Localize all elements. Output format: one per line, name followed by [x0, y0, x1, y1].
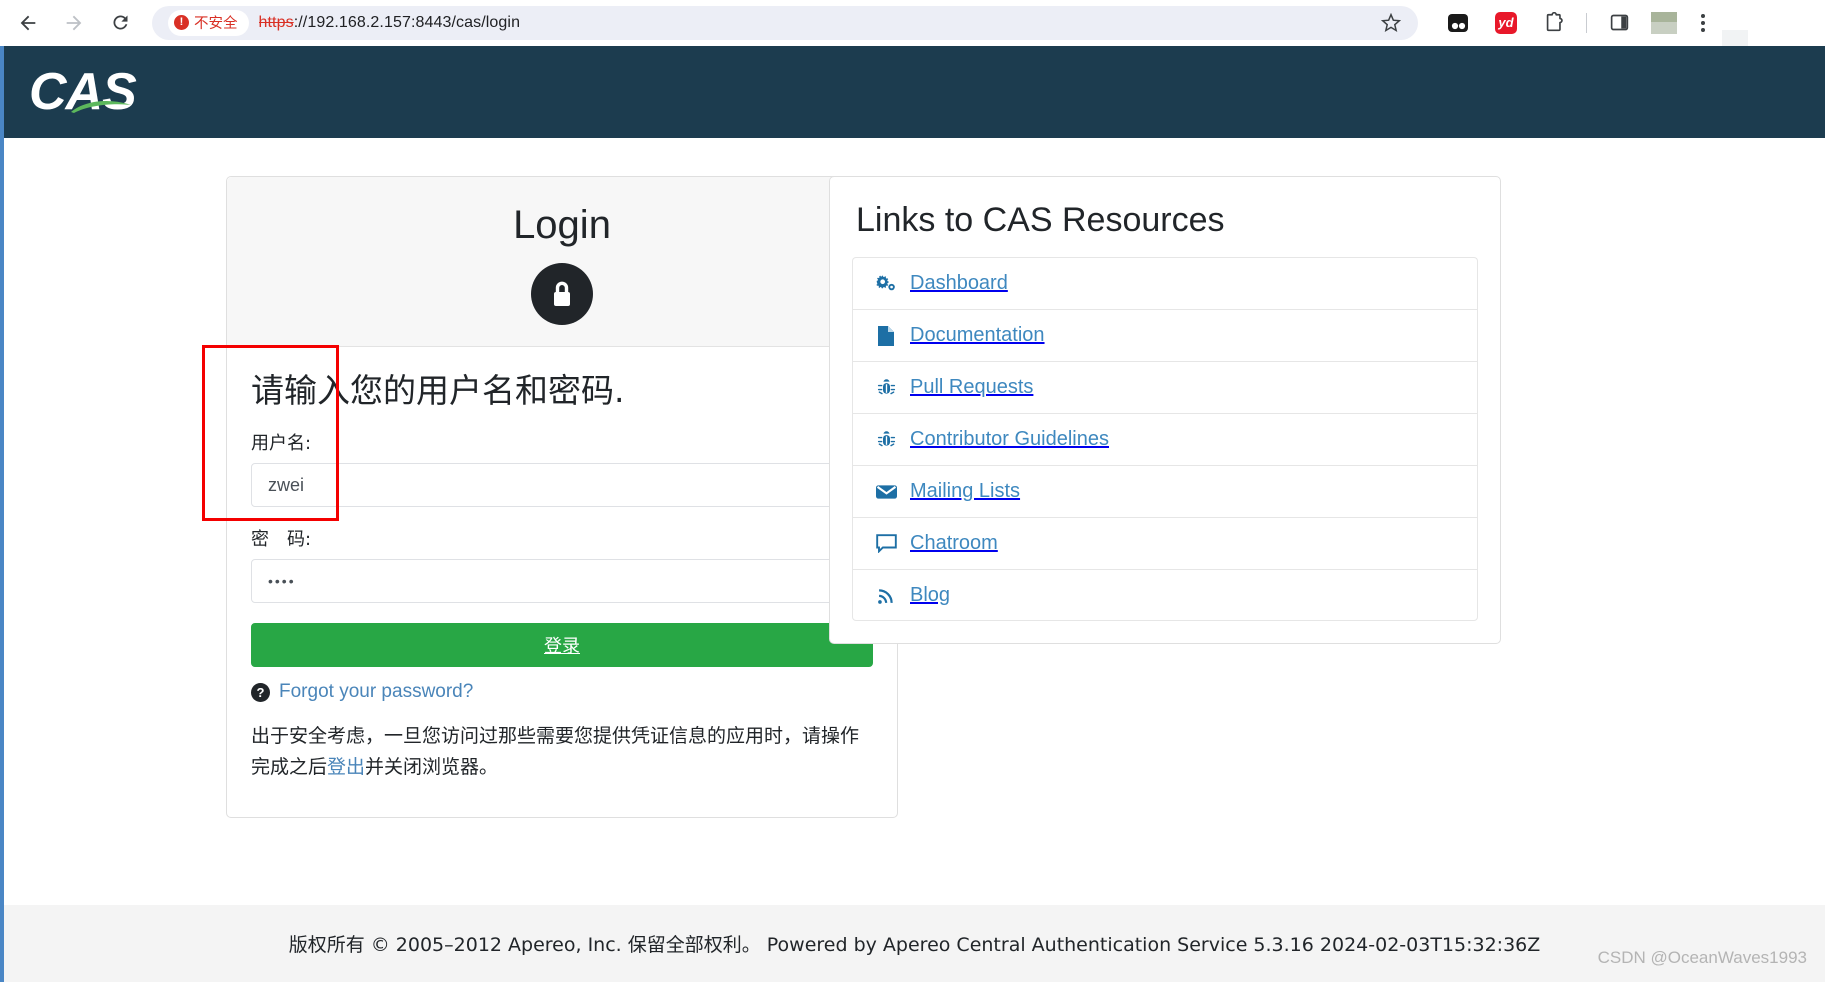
resource-link-label: Pull Requests [910, 376, 1034, 398]
comment-icon [875, 534, 897, 554]
csdn-watermark: CSDN @OceanWaves1993 [1597, 948, 1807, 967]
resource-link-label: Dashboard [910, 272, 1008, 294]
youdao-extension-button[interactable]: yd [1489, 6, 1523, 40]
password-input[interactable] [251, 559, 873, 603]
resource-link-label: Chatroom [910, 532, 998, 554]
cas-logo[interactable]: CAS [29, 62, 139, 122]
browser-toolbar: ! 不安全 https://192.168.2.157:8443/cas/log… [0, 0, 1825, 46]
window-left-edge-top [0, 0, 3, 46]
profile-avatar[interactable] [1651, 11, 1677, 34]
forgot-password-row[interactable]: ? Forgot your password? [251, 681, 873, 703]
security-notice-after: 并关闭浏览器。 [365, 756, 499, 778]
resources-list: Dashboard Documentation Pull Requests Co… [830, 257, 1500, 643]
lock-badge [531, 263, 593, 325]
resources-panel-header: Links to CAS Resources [830, 177, 1500, 257]
chrome-menu-button[interactable] [1691, 6, 1715, 40]
resources-panel: Links to CAS Resources Dashboard Documen… [829, 176, 1501, 644]
page-footer: 版权所有 © 2005–2012 Apereo, Inc. 保留全部权利。 Po… [4, 905, 1825, 982]
bookmark-star-button[interactable] [1378, 10, 1404, 36]
footer-text: 版权所有 © 2005–2012 Apereo, Inc. 保留全部权利。 Po… [288, 934, 1541, 956]
side-panel-icon [1610, 14, 1628, 31]
forward-button[interactable] [56, 5, 92, 41]
extensions-puzzle-icon [1546, 11, 1563, 31]
resource-link-label: Mailing Lists [910, 480, 1021, 502]
envelope-icon [875, 482, 897, 502]
lock-icon [554, 281, 570, 306]
login-submit-button[interactable]: 登录 [251, 623, 873, 667]
username-input[interactable] [251, 463, 873, 507]
page-viewport: CAS Login 请输入您的用户名和密码. 用户名: zwei 密 码: ••… [4, 46, 1825, 982]
resource-link-dashboard[interactable]: Dashboard [852, 257, 1478, 309]
cas-site-header: CAS [4, 46, 1825, 138]
form-heading: 请输入您的用户名和密码. [251, 371, 625, 410]
url-scheme: https [258, 13, 294, 31]
menu-dot [1701, 20, 1705, 25]
bug-icon [875, 378, 897, 398]
security-notice: 出于安全考虑，一旦您访问过那些需要您提供凭证信息的应用时，请操作完成之后登出并关… [251, 721, 873, 783]
login-title: Login [513, 203, 611, 247]
security-badge-label: 不安全 [194, 16, 238, 32]
reload-icon [112, 15, 127, 30]
logout-link[interactable]: 登出 [327, 756, 365, 778]
back-button[interactable] [10, 5, 46, 41]
username-label: 用户名: [251, 433, 312, 454]
reading-list-button[interactable] [1441, 6, 1475, 40]
forward-arrow-icon [66, 15, 82, 30]
resource-link-blog[interactable]: Blog [852, 569, 1478, 621]
yd-icon: yd [1495, 11, 1517, 34]
resource-link-pull-requests[interactable]: Pull Requests [852, 361, 1478, 413]
question-circle-icon: ? [251, 682, 270, 702]
resource-link-label: Blog [910, 583, 951, 606]
gears-icon [875, 274, 897, 294]
resource-link-label: Documentation [910, 324, 1045, 346]
side-panel-button[interactable] [1602, 6, 1636, 40]
rss-icon [875, 585, 897, 605]
reading-list-icon [1448, 13, 1468, 32]
url-rest: ://192.168.2.157:8443/cas/login [293, 13, 521, 31]
resource-link-mailing-lists[interactable]: Mailing Lists [852, 465, 1478, 517]
resource-link-documentation[interactable]: Documentation [852, 309, 1478, 361]
not-secure-icon: ! [174, 15, 189, 30]
resources-column: Links to CAS Resources Dashboard Documen… [794, 176, 1501, 818]
address-bar[interactable]: ! 不安全 https://192.168.2.157:8443/cas/log… [152, 5, 1418, 40]
toolbar-icon-group: yd [1418, 0, 1727, 46]
extensions-button[interactable] [1537, 6, 1571, 40]
security-badge[interactable]: ! 不安全 [168, 9, 249, 36]
password-label: 密 码: [251, 529, 312, 550]
file-icon [875, 325, 897, 346]
login-column: Login 请输入您的用户名和密码. 用户名: 密 码: 登录 [4, 176, 898, 818]
back-arrow-icon [20, 15, 36, 30]
bug-icon [875, 430, 897, 450]
star-icon [1381, 12, 1401, 32]
page-content: Login 请输入您的用户名和密码. 用户名: 密 码: 登录 [4, 138, 1825, 818]
toolbar-divider [1586, 12, 1587, 33]
cas-logo-swoosh-icon [71, 100, 131, 113]
url-text: https://192.168.2.157:8443/cas/login [259, 14, 521, 32]
resource-link-label: Contributor Guidelines [910, 428, 1109, 450]
menu-dot [1701, 27, 1705, 32]
resource-link-contributor-guidelines[interactable]: Contributor Guidelines [852, 413, 1478, 465]
forgot-password-link[interactable]: Forgot your password? [279, 681, 473, 703]
resource-link-chatroom[interactable]: Chatroom [852, 517, 1478, 569]
menu-dot [1701, 13, 1705, 18]
resources-title: Links to CAS Resources [856, 201, 1225, 239]
reload-button[interactable] [102, 5, 138, 41]
